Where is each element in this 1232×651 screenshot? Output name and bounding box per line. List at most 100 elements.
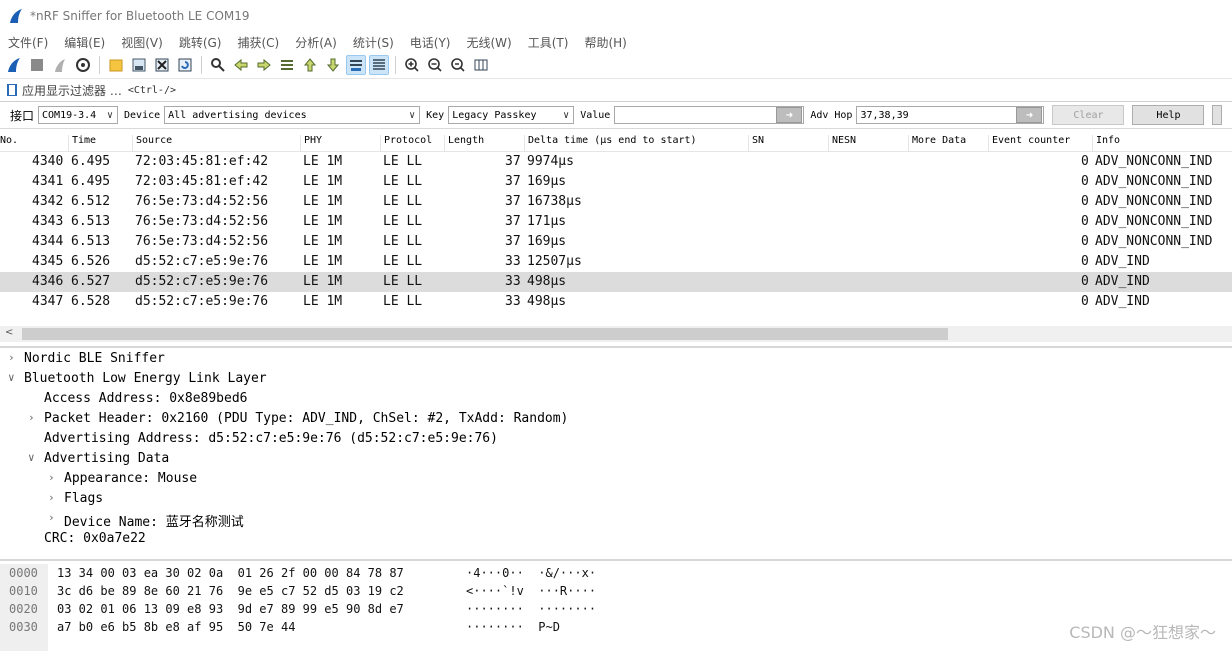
open-file-button[interactable] xyxy=(106,55,126,75)
detail-row[interactable]: › Device Name: 蓝牙名称测试 xyxy=(0,509,1232,530)
key-select-value: Legacy Passkey xyxy=(452,109,537,121)
menu-help[interactable]: 帮助(H) xyxy=(584,34,626,51)
go-back-button[interactable] xyxy=(231,55,251,75)
bytes-ascii: ·4···0·· ·&/···x· xyxy=(466,566,597,580)
first-packet-button[interactable] xyxy=(300,55,320,75)
packet-row[interactable]: 4346 6.527 d5:52:c7:e5:9e:76 LE 1M LE LL 33 49… xyxy=(0,272,1232,292)
menu-capture[interactable]: 捕获(C) xyxy=(237,34,279,51)
menu-telephony[interactable]: 电话(Y) xyxy=(410,34,451,51)
go-to-packet-button[interactable] xyxy=(277,55,297,75)
packet-cell-no: 4342 xyxy=(32,194,64,209)
search-icon xyxy=(211,58,225,72)
pane-splitter[interactable] xyxy=(0,559,1232,561)
menu-statistics[interactable]: 统计(S) xyxy=(353,34,394,51)
packet-row[interactable]: 4343 6.513 76:5e:73:d4:52:56 LE 1M LE LL 37 17… xyxy=(0,212,1232,232)
collapsed-arrow-icon[interactable]: › xyxy=(8,351,18,364)
detail-row[interactable]: Advertising Address: d5:52:c7:e5:9e:76 (… xyxy=(0,429,1232,449)
packet-row[interactable]: 4340 6.495 72:03:45:81:ef:42 LE 1M LE LL 37 99… xyxy=(0,152,1232,172)
column-more-data[interactable]: More Data xyxy=(908,135,966,151)
save-file-button[interactable] xyxy=(129,55,149,75)
zoom-in-button[interactable] xyxy=(402,55,422,75)
packet-cell-length: 37 xyxy=(505,174,521,189)
pane-splitter[interactable] xyxy=(0,346,1232,348)
zoom-reset-button[interactable] xyxy=(448,55,468,75)
restart-capture-button[interactable] xyxy=(50,55,70,75)
interface-select[interactable]: COM19-3.4 ∨ xyxy=(38,106,119,124)
column-event-counter[interactable]: Event counter xyxy=(988,135,1070,151)
close-file-button[interactable] xyxy=(152,55,172,75)
stop-capture-button[interactable] xyxy=(27,55,47,75)
packet-row[interactable]: 4345 6.526 d5:52:c7:e5:9e:76 LE 1M LE LL 33 12… xyxy=(0,252,1232,272)
help-button-label: Help xyxy=(1156,109,1181,121)
column-phy[interactable]: PHY xyxy=(300,135,322,151)
column-length[interactable]: Length xyxy=(444,135,484,151)
packet-row[interactable]: 4341 6.495 72:03:45:81:ef:42 LE 1M LE LL 37 16… xyxy=(0,172,1232,192)
packet-cell-event: 0 xyxy=(1081,254,1089,269)
detail-row[interactable]: › Flags xyxy=(0,489,1232,509)
column-source[interactable]: Source xyxy=(132,135,172,151)
column-no[interactable]: No. xyxy=(0,135,18,151)
clear-button[interactable]: Clear xyxy=(1052,105,1125,125)
expanded-arrow-icon[interactable]: ∨ xyxy=(28,451,38,464)
packet-row[interactable]: 4344 6.513 76:5e:73:d4:52:56 LE 1M LE LL 37 16… xyxy=(0,232,1232,252)
menu-file[interactable]: 文件(F) xyxy=(8,34,48,51)
column-delta-time[interactable]: Delta time (µs end to start) xyxy=(524,135,697,151)
detail-row[interactable]: Access Address: 0x8e89bed6 xyxy=(0,389,1232,409)
start-capture-button[interactable] xyxy=(4,55,24,75)
folder-icon xyxy=(109,59,123,72)
go-forward-button[interactable] xyxy=(254,55,274,75)
display-filter-input[interactable]: 应用显示过滤器 … <Ctrl-/> xyxy=(22,81,1232,99)
collapsed-arrow-icon[interactable]: › xyxy=(48,471,58,484)
extra-button[interactable] xyxy=(1212,105,1223,125)
bytes-row[interactable]: 0000 13 34 00 03 ea 30 02 0a 01 26 2f 00 … xyxy=(0,564,1232,582)
menu-edit[interactable]: 编辑(E) xyxy=(64,34,105,51)
bytes-hex: a7 b0 e6 b5 8b e8 af 95 50 7e 44 xyxy=(57,620,296,634)
column-protocol[interactable]: Protocol xyxy=(380,135,432,151)
device-select[interactable]: All advertising devices ∨ xyxy=(164,106,421,124)
bytes-offset: 0030 xyxy=(9,620,38,634)
colorize-button[interactable] xyxy=(369,55,389,75)
resize-columns-button[interactable] xyxy=(471,55,491,75)
bytes-row[interactable]: 0010 3c d6 be 89 8e 60 21 76 9e e5 c7 52 … xyxy=(0,582,1232,600)
wireshark-fin-icon xyxy=(10,9,22,23)
detail-row[interactable]: › Packet Header: 0x2160 (PDU Type: ADV_IN… xyxy=(0,409,1232,429)
apply-adv-hop-button[interactable]: ➜ xyxy=(1016,107,1043,123)
bookmark-icon[interactable] xyxy=(6,83,18,97)
reload-file-button[interactable] xyxy=(175,55,195,75)
detail-row[interactable]: ∨ Advertising Data xyxy=(0,449,1232,469)
collapsed-arrow-icon[interactable]: › xyxy=(48,491,58,504)
detail-row[interactable]: ∨ Bluetooth Low Energy Link Layer xyxy=(0,369,1232,389)
menu-analyze[interactable]: 分析(A) xyxy=(295,34,337,51)
find-packet-button[interactable] xyxy=(208,55,228,75)
packet-cell-info: ADV_NONCONN_IND xyxy=(1095,174,1213,189)
menu-view[interactable]: 视图(V) xyxy=(121,34,163,51)
detail-row[interactable]: CRC: 0x0a7e22 xyxy=(0,529,1232,549)
scrollbar-thumb[interactable] xyxy=(22,328,948,340)
collapsed-arrow-icon[interactable]: › xyxy=(48,511,58,524)
packet-cell-length: 33 xyxy=(505,274,521,289)
bytes-row[interactable]: 0030 a7 b0 e6 b5 8b e8 af 95 50 7e 44 ····… xyxy=(0,618,1232,636)
zoom-out-button[interactable] xyxy=(425,55,445,75)
expanded-arrow-icon[interactable]: ∨ xyxy=(8,371,18,384)
bytes-row[interactable]: 0020 03 02 01 06 13 09 e8 93 9d e7 89 99 … xyxy=(0,600,1232,618)
help-button[interactable]: Help xyxy=(1132,105,1205,125)
column-nesn[interactable]: NESN xyxy=(828,135,856,151)
column-time[interactable]: Time xyxy=(68,135,96,151)
apply-value-button[interactable]: ➜ xyxy=(776,107,803,123)
last-packet-button[interactable] xyxy=(323,55,343,75)
collapsed-arrow-icon[interactable]: › xyxy=(28,411,38,424)
column-info[interactable]: Info xyxy=(1092,135,1120,151)
menu-tools[interactable]: 工具(T) xyxy=(528,34,569,51)
key-select[interactable]: Legacy Passkey ∨ xyxy=(448,106,575,124)
scroll-left-icon[interactable]: < xyxy=(5,327,13,338)
packet-list-hscrollbar[interactable]: < xyxy=(0,326,1232,342)
detail-row[interactable]: › Nordic BLE Sniffer xyxy=(0,349,1232,369)
packet-row[interactable]: 4347 6.528 d5:52:c7:e5:9e:76 LE 1M LE LL 33 49… xyxy=(0,292,1232,312)
autoscroll-button[interactable] xyxy=(346,55,366,75)
menu-wireless[interactable]: 无线(W) xyxy=(467,34,512,51)
capture-options-button[interactable] xyxy=(73,55,93,75)
menu-go[interactable]: 跳转(G) xyxy=(179,34,222,51)
column-sn[interactable]: SN xyxy=(748,135,764,151)
detail-row[interactable]: › Appearance: Mouse xyxy=(0,469,1232,489)
packet-row[interactable]: 4342 6.512 76:5e:73:d4:52:56 LE 1M LE LL 37 16… xyxy=(0,192,1232,212)
